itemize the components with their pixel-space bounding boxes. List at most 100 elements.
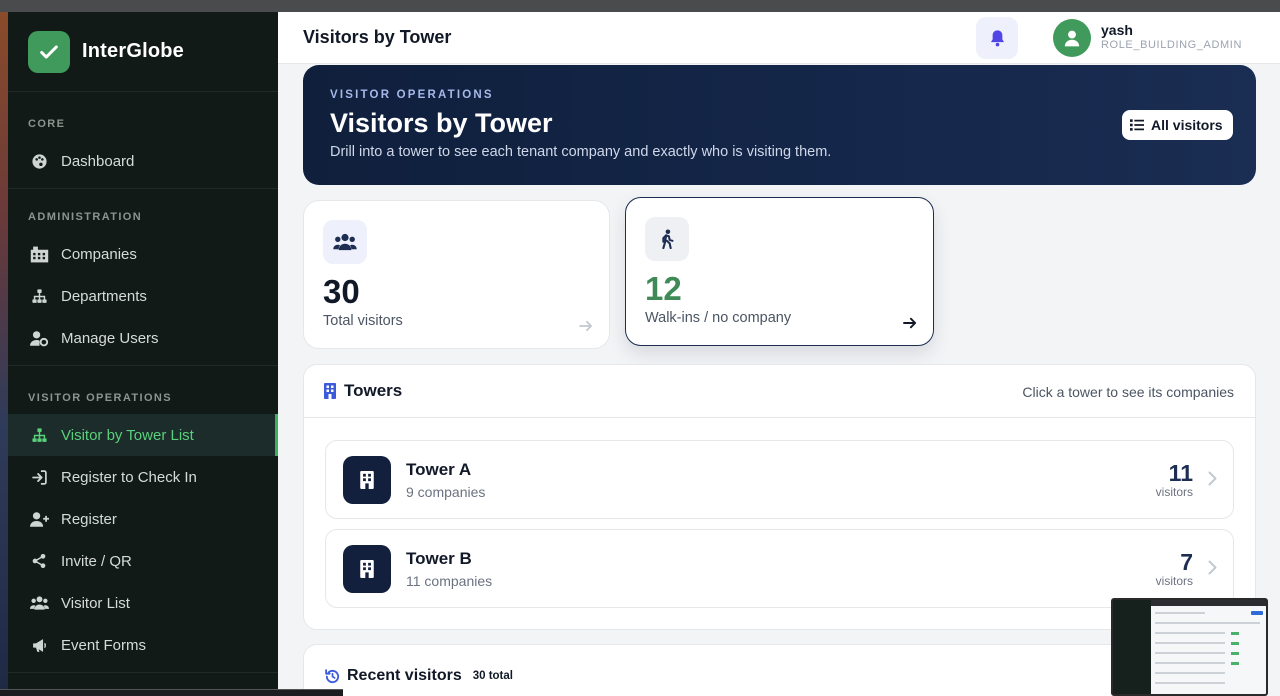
- users-icon: [28, 592, 50, 614]
- sidebar-item-event-forms[interactable]: Event Forms: [8, 624, 278, 666]
- sidebar-item-register[interactable]: Register: [8, 498, 278, 540]
- sidebar-item-invite-qr[interactable]: Invite / QR: [8, 540, 278, 582]
- thumb-line: [1155, 652, 1225, 654]
- nav-section-administration: ADMINISTRATION Companies Departments Man…: [8, 189, 278, 366]
- sidebar-item-label: Register: [61, 510, 117, 528]
- sidebar-item-dashboard[interactable]: Dashboard: [8, 140, 278, 182]
- nav-section-title: CORE: [28, 118, 66, 130]
- tower-visitor-count: 7: [1180, 549, 1193, 575]
- sidebar-item-label: Dashboard: [61, 152, 135, 170]
- user-role: ROLE_BUILDING_ADMIN: [1101, 39, 1242, 51]
- page-title: Visitors by Tower: [303, 27, 452, 47]
- towers-hint: Click a tower to see its companies: [1022, 384, 1234, 400]
- users-icon: [323, 220, 367, 264]
- megaphone-icon: [28, 634, 50, 656]
- building-icon: [343, 456, 391, 504]
- stat-label: Total visitors: [323, 313, 403, 329]
- thumb-badge: [1231, 642, 1239, 645]
- sidebar-item-label: Departments: [61, 287, 147, 305]
- sidebar-item-label: Visitor List: [61, 594, 130, 612]
- stat-card-walk-ins[interactable]: 12 Walk-ins / no company: [625, 197, 934, 346]
- thumb-line: [1155, 622, 1260, 624]
- thumb-badge: [1231, 652, 1239, 655]
- stat-card-total-visitors[interactable]: 30 Total visitors: [303, 200, 610, 349]
- building-icon: [28, 243, 50, 265]
- thumb-line: [1155, 612, 1205, 614]
- sidebar-item-visitor-list[interactable]: Visitor List: [8, 582, 278, 624]
- sidebar-item-label: Manage Users: [61, 329, 159, 347]
- walking-person-icon: [645, 217, 689, 261]
- hero-title: Visitors by Tower: [330, 108, 553, 138]
- tower-visitor-unit: visitors: [1155, 485, 1193, 499]
- user-icon: [1064, 30, 1080, 47]
- thumb-line: [1155, 682, 1225, 684]
- sidebar-item-companies[interactable]: Companies: [8, 233, 278, 275]
- thumb-line: [1155, 672, 1225, 674]
- screenshot-preview-thumbnail[interactable]: [1111, 598, 1268, 696]
- top-header: Visitors by Tower yash ROLE_BUILDING_ADM…: [278, 12, 1280, 64]
- thumb-line: [1155, 662, 1225, 664]
- sidebar-item-label: Visitor by Tower List: [61, 426, 194, 444]
- all-visitors-button[interactable]: All visitors: [1122, 110, 1233, 140]
- thumb-line: [1155, 632, 1225, 634]
- tower-visitor-unit: visitors: [1155, 574, 1193, 588]
- user-name[interactable]: yash: [1101, 22, 1133, 38]
- towers-panel: Towers Click a tower to see its companie…: [303, 364, 1256, 630]
- sidebar-item-label: Event Forms: [61, 636, 147, 654]
- sitemap-icon: [28, 424, 50, 446]
- stat-value: 12: [645, 270, 682, 307]
- hero-kicker: VISITOR OPERATIONS: [330, 89, 494, 101]
- history-icon: [324, 668, 341, 685]
- thumb-sidebar: [1113, 600, 1151, 694]
- tower-companies: 9 companies: [406, 484, 486, 500]
- brand-name: InterGlobe: [82, 40, 185, 62]
- towers-title: Towers: [344, 381, 403, 400]
- recent-visitors-count: 30 total: [472, 670, 513, 682]
- towers-header: Towers Click a tower to see its companie…: [304, 365, 1255, 418]
- os-top-strip: [0, 0, 1280, 12]
- tower-row-tower-a[interactable]: Tower A 9 companies 11 visitors: [325, 440, 1234, 519]
- chevron-right-icon: [1208, 560, 1217, 575]
- user-plus-icon: [28, 508, 50, 530]
- building-icon: [324, 383, 336, 399]
- thumb-badge: [1231, 662, 1239, 665]
- sidebar: InterGlobe CORE Dashboard ADMINISTRATION…: [8, 12, 278, 696]
- bell-icon: [989, 29, 1006, 47]
- tower-name: Tower B: [406, 549, 472, 568]
- arrow-right-icon: [903, 317, 917, 329]
- thumb-main: [1151, 606, 1266, 694]
- stat-value: 30: [323, 273, 360, 310]
- taskbar-fragment: [0, 689, 343, 696]
- nav-section-visitor-operations: VISITOR OPERATIONS Visitor by Tower List…: [8, 366, 278, 673]
- brand[interactable]: InterGlobe: [8, 12, 278, 92]
- building-icon: [343, 545, 391, 593]
- nav-section-title: VISITOR OPERATIONS: [28, 392, 172, 404]
- desktop-wallpaper-edge: [0, 12, 8, 696]
- sidebar-item-manage-users[interactable]: Manage Users: [8, 317, 278, 359]
- hero-banner: VISITOR OPERATIONS Visitors by Tower Dri…: [303, 65, 1256, 185]
- tower-visitor-count: 11: [1168, 460, 1193, 486]
- list-icon: [1130, 119, 1144, 131]
- palette-icon: [28, 150, 50, 172]
- tower-companies: 11 companies: [406, 573, 493, 589]
- avatar[interactable]: [1053, 19, 1091, 57]
- arrow-right-icon: [579, 320, 593, 332]
- main-content: Visitors by Tower yash ROLE_BUILDING_ADM…: [278, 12, 1280, 696]
- all-visitors-label: All visitors: [1151, 117, 1223, 133]
- thumb-line: [1155, 642, 1225, 644]
- sidebar-item-visitor-by-tower-list[interactable]: Visitor by Tower List: [8, 414, 278, 456]
- nav-section-title: ADMINISTRATION: [28, 211, 143, 223]
- hero-subtitle: Drill into a tower to see each tenant co…: [330, 144, 832, 160]
- thumb-button: [1251, 611, 1263, 615]
- thumb-badge: [1231, 632, 1239, 635]
- share-icon: [28, 550, 50, 572]
- sidebar-item-register-to-check-in[interactable]: Register to Check In: [8, 456, 278, 498]
- sidebar-item-label: Register to Check In: [61, 468, 197, 486]
- stat-label: Walk-ins / no company: [645, 310, 792, 326]
- sign-in-icon: [28, 466, 50, 488]
- sidebar-item-departments[interactable]: Departments: [8, 275, 278, 317]
- tower-row-tower-b[interactable]: Tower B 11 companies 7 visitors: [325, 529, 1234, 608]
- notifications-button[interactable]: [976, 17, 1018, 59]
- sidebar-item-label: Invite / QR: [61, 552, 132, 570]
- sitemap-icon: [28, 285, 50, 307]
